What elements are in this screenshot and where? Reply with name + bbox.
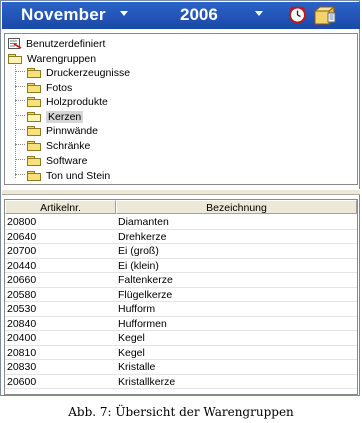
tree-item-label: Software <box>46 155 88 167</box>
tree-item-warengruppen[interactable]: Warengruppen <box>8 52 96 66</box>
cell-artikelnr: 20600 <box>7 375 37 388</box>
product-group-panel: November 2006 Benutzerdefiniert Warengru… <box>0 0 360 396</box>
cell-bezeichnung: Drehkerze <box>118 230 167 243</box>
table-header: Artikelnr. Bezeichnung <box>5 200 357 215</box>
table-row[interactable]: 20700 Ei (groß) <box>5 244 357 259</box>
folder-icon <box>27 97 42 108</box>
custom-list-icon <box>8 38 22 50</box>
cell-bezeichnung: Hufform <box>118 303 156 315</box>
month-dropdown-arrow-icon[interactable] <box>120 11 128 16</box>
tree-item-holzprodukte[interactable]: Holzprodukte <box>27 95 108 109</box>
tree-connector <box>15 71 25 72</box>
tree-item-label: Benutzerdefiniert <box>26 38 106 50</box>
cell-bezeichnung: Faltenkerze <box>118 274 173 286</box>
cell-bezeichnung: Flügelkerze <box>118 288 173 301</box>
cell-bezeichnung: Hufformen <box>118 317 167 330</box>
tree-connector <box>15 100 25 101</box>
tree-connector <box>15 174 25 175</box>
cell-artikelnr: 20660 <box>7 274 37 286</box>
tree-item-label: Holzprodukte <box>46 96 108 108</box>
cell-artikelnr: 20640 <box>7 230 37 243</box>
cell-artikelnr: 20400 <box>7 332 37 344</box>
product-group-tree: Benutzerdefiniert Warengruppen Druckerze… <box>4 33 358 185</box>
folder-open-icon <box>8 54 23 65</box>
pane-splitter[interactable] <box>2 189 360 195</box>
cell-bezeichnung: Diamanten <box>118 216 169 228</box>
month-selector[interactable]: November <box>21 5 106 25</box>
tree-item-fotos[interactable]: Fotos <box>27 81 72 95</box>
tree-item-software[interactable]: Software <box>27 154 87 168</box>
tree-connector <box>15 144 25 145</box>
folder-icon <box>27 171 42 182</box>
cell-bezeichnung: Ei (groß) <box>118 245 159 257</box>
alarm-clock-icon[interactable] <box>288 5 307 24</box>
table-row[interactable]: 20840 Hufformen <box>5 317 357 331</box>
figure-caption: Abb. 7: Übersicht der Warengruppen <box>68 405 294 419</box>
tree-item-label: Druckerzeugnisse <box>46 67 131 79</box>
cell-artikelnr: 20810 <box>7 346 37 359</box>
tree-item-label: Warengruppen <box>27 53 97 65</box>
cell-artikelnr: 20830 <box>7 361 37 373</box>
tree-connector <box>15 60 16 178</box>
cell-bezeichnung: Kegel <box>118 346 145 359</box>
cell-artikelnr: 20800 <box>7 216 37 228</box>
tree-connector <box>15 86 25 87</box>
year-dropdown-arrow-icon[interactable] <box>255 11 263 16</box>
tree-connector <box>15 115 25 116</box>
column-header-artikelnr[interactable]: Artikelnr. <box>5 200 116 214</box>
tree-item-benutzerdefiniert[interactable]: Benutzerdefiniert <box>8 37 105 51</box>
table-row[interactable]: 20530 Hufform <box>5 302 357 317</box>
folder-icon <box>27 68 42 79</box>
table-row[interactable]: 20400 Kegel <box>5 331 357 346</box>
table-row[interactable]: 20580 Flügelkerze <box>5 288 357 302</box>
cell-bezeichnung: Kristalle <box>118 361 156 373</box>
folder-open-icon <box>27 112 42 123</box>
tree-item-label: Ton und Stein <box>46 170 111 182</box>
cell-artikelnr: 20840 <box>7 317 37 330</box>
article-table: Artikelnr. Bezeichnung 20800 Diamanten 20… <box>4 199 358 395</box>
tree-item-label: Schränke <box>46 140 91 152</box>
table-row[interactable]: 20640 Drehkerze <box>5 230 357 244</box>
folder-icon <box>27 126 42 137</box>
cell-artikelnr: 20580 <box>7 288 37 301</box>
table-row[interactable]: 20440 Ei (klein) <box>5 259 357 273</box>
table-row[interactable]: 20810 Kegel <box>5 346 357 360</box>
date-toolbar: November 2006 <box>2 2 360 29</box>
tree-item-ton-und-stein[interactable]: Ton und Stein <box>27 169 110 183</box>
folder-icon <box>27 141 42 152</box>
table-row[interactable]: 20800 Diamanten <box>5 215 357 230</box>
tree-connector <box>15 129 25 130</box>
folder-icon <box>27 83 42 94</box>
tree-item-label: Pinnwände <box>46 125 98 137</box>
box-export-icon[interactable] <box>313 4 337 26</box>
folder-icon <box>27 156 42 167</box>
tree-item-label: Fotos <box>46 82 73 94</box>
tree-item-label: Kerzen <box>46 111 84 123</box>
table-row[interactable]: 20600 Kristallkerze <box>5 375 357 389</box>
year-selector[interactable]: 2006 <box>180 5 218 25</box>
tree-item-pinnwaende[interactable]: Pinnwände <box>27 124 98 138</box>
cell-artikelnr: 20530 <box>7 303 37 315</box>
cell-bezeichnung: Kristallkerze <box>118 375 176 388</box>
table-row[interactable]: 20830 Kristalle <box>5 360 357 375</box>
tree-item-schraenke[interactable]: Schränke <box>27 139 90 153</box>
table-body: 20800 Diamanten 20640 Drehkerze 20700 Ei (g… <box>5 215 357 389</box>
cell-artikelnr: 20700 <box>7 245 37 257</box>
cell-artikelnr: 20440 <box>7 259 37 272</box>
tree-item-kerzen[interactable]: Kerzen <box>27 110 84 124</box>
cell-bezeichnung: Ei (klein) <box>118 259 159 272</box>
column-header-bezeichnung[interactable]: Bezeichnung <box>116 200 357 214</box>
tree-connector <box>15 159 25 160</box>
tree-item-druckerzeugnisse[interactable]: Druckerzeugnisse <box>27 66 130 80</box>
table-row[interactable]: 20660 Faltenkerze <box>5 273 357 288</box>
cell-bezeichnung: Kegel <box>118 332 145 344</box>
